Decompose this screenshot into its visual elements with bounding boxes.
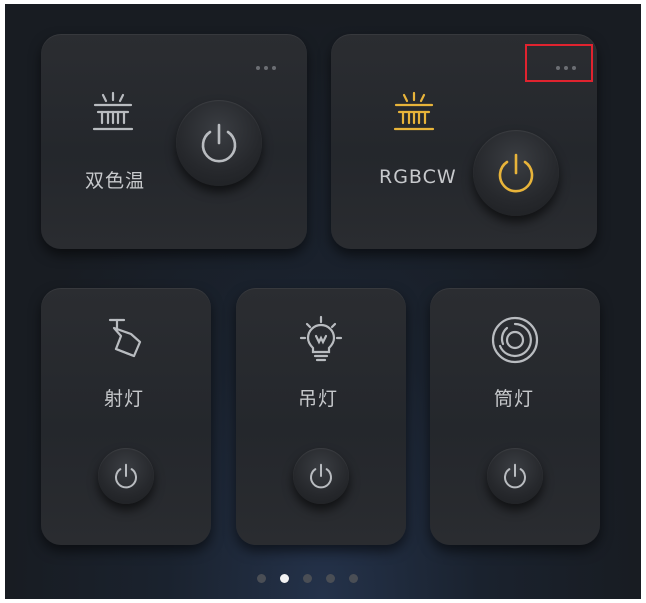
light-label: 射灯 xyxy=(104,388,145,410)
power-button[interactable] xyxy=(487,448,543,504)
power-icon xyxy=(115,463,137,489)
power-button[interactable] xyxy=(176,100,262,186)
light-card-spotlight[interactable]: 射灯 xyxy=(41,288,211,545)
light-label: RGBCW xyxy=(379,166,457,188)
bar-light-icon xyxy=(393,91,435,131)
power-icon xyxy=(201,123,237,163)
bulb-icon xyxy=(299,315,343,362)
page-dot[interactable] xyxy=(349,574,358,583)
light-card-downlight[interactable]: 筒灯 xyxy=(430,288,600,545)
light-card-dual-color-temp[interactable]: 双色温 xyxy=(41,34,307,249)
page-dot[interactable] xyxy=(303,574,312,583)
bar-light-icon xyxy=(92,91,134,131)
light-label: 双色温 xyxy=(85,170,146,192)
power-icon xyxy=(504,463,526,489)
device-panel: 双色温 RGBCW 射灯 吊灯 筒灯 xyxy=(5,4,641,599)
page-dot-active[interactable] xyxy=(280,574,289,583)
power-button[interactable] xyxy=(98,448,154,504)
power-icon xyxy=(498,153,534,193)
page-indicator[interactable] xyxy=(257,574,358,583)
spotlight-icon xyxy=(108,318,142,358)
more-options-icon[interactable] xyxy=(256,66,276,70)
light-card-pendant[interactable]: 吊灯 xyxy=(236,288,406,545)
page-dot[interactable] xyxy=(326,574,335,583)
downlight-icon xyxy=(491,316,539,364)
light-label: 筒灯 xyxy=(494,388,535,410)
light-label: 吊灯 xyxy=(298,388,339,410)
more-options-icon[interactable] xyxy=(556,66,576,70)
light-card-rgbcw[interactable]: RGBCW xyxy=(331,34,597,249)
page-dot[interactable] xyxy=(257,574,266,583)
power-icon xyxy=(310,463,332,489)
power-button[interactable] xyxy=(473,130,559,216)
more-options-highlight xyxy=(525,44,593,82)
power-button[interactable] xyxy=(293,448,349,504)
